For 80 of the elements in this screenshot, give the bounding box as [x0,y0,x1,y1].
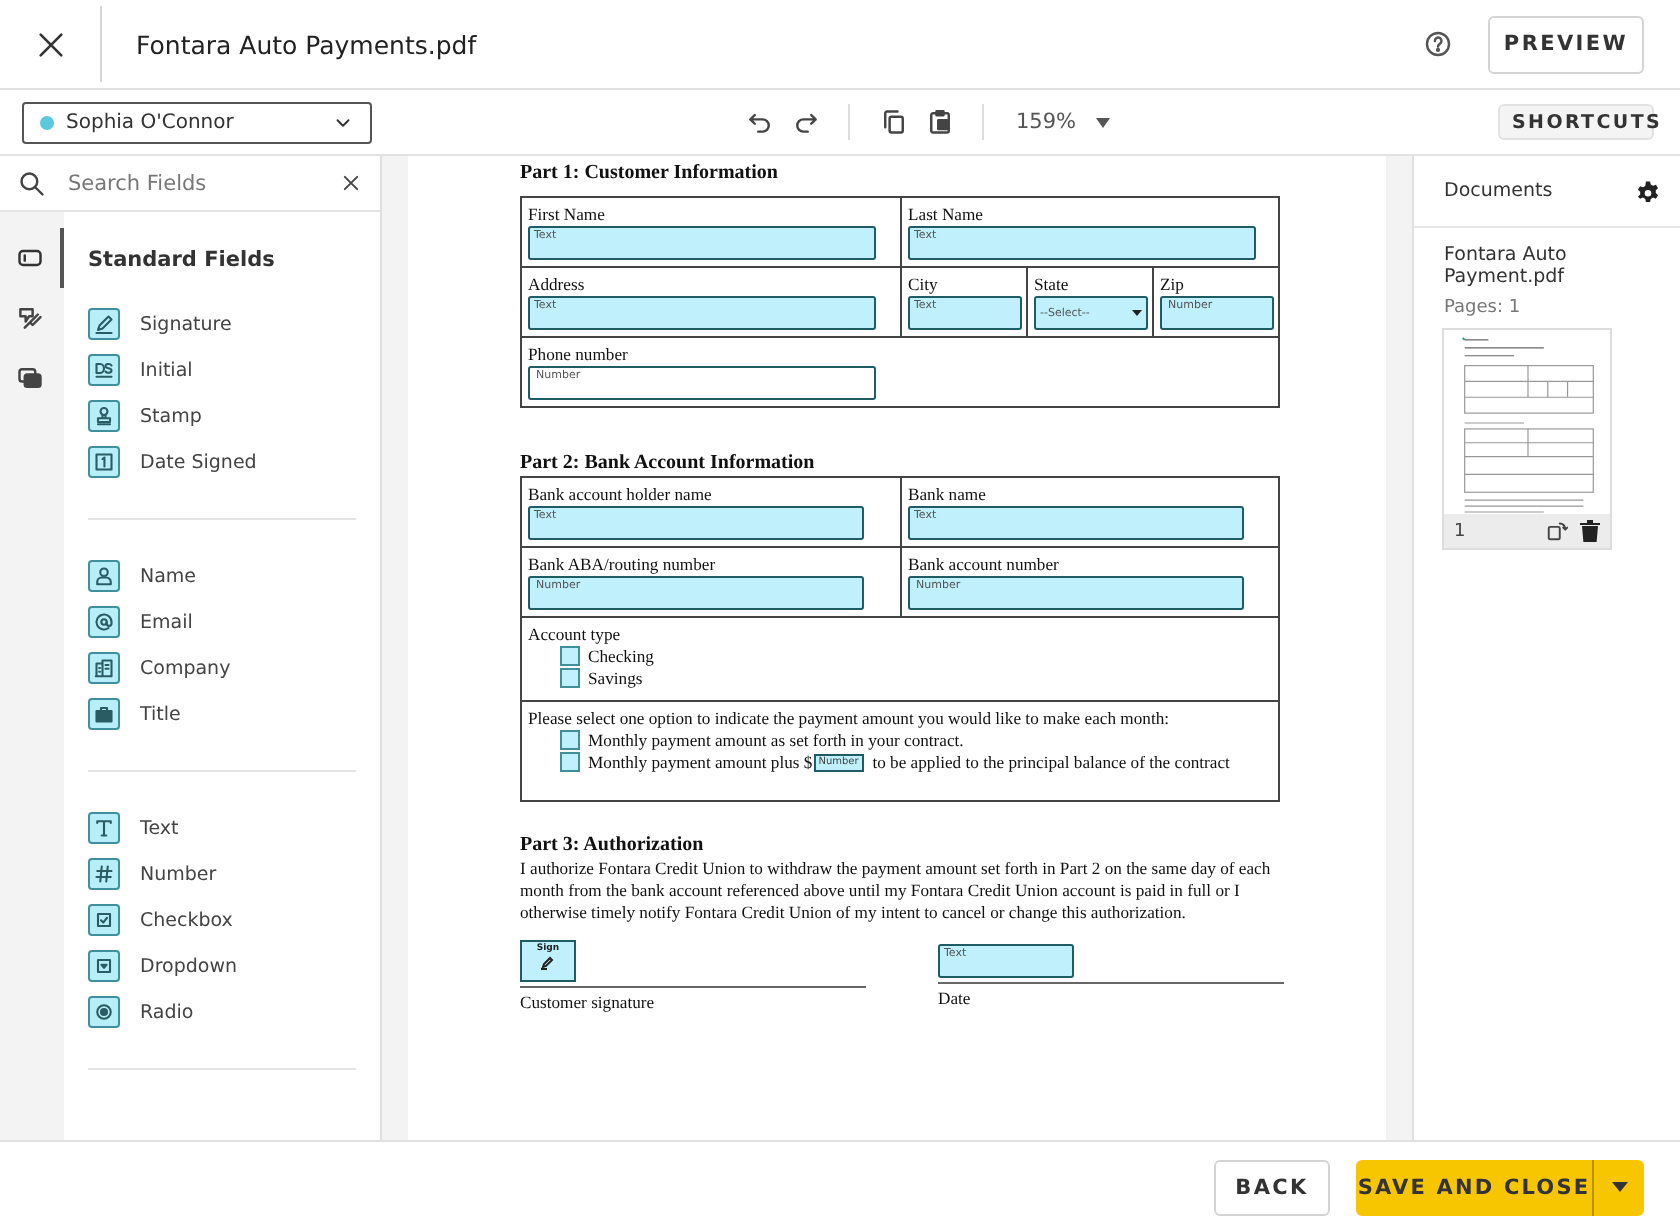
signature-icon [88,308,120,340]
close-icon [35,29,65,59]
stamp-icon [88,400,120,432]
checkbox-icon [88,904,120,936]
checkbox-label: Savings [588,668,643,688]
save-and-close-button[interactable]: SAVE AND CLOSE [1356,1159,1592,1215]
company-icon [88,652,120,684]
clear-icon[interactable] [340,172,362,194]
instruction-text: Please select one option to indicate the payment amount you would like to make each month: [528,708,1172,728]
field-label: State [1034,274,1071,294]
field-type-item[interactable]: Checkbox [88,904,356,936]
document-title: Fontara Auto Payments.pdf [136,29,479,59]
checkbox-label: Checking [588,646,654,666]
checkbox[interactable] [560,646,580,666]
radio-icon [88,996,120,1028]
section-heading: Part 1: Customer Information [520,162,780,184]
checkbox-label: to be applied to the principal balance of the contract [872,752,1230,772]
field-type-item[interactable]: Radio [88,996,356,1028]
section-heading: Part 2: Bank Account Information [520,452,817,474]
panel-title: Documents [1444,180,1553,202]
caret-icon [1132,310,1142,316]
cards-icon [16,364,44,392]
page-number: 1 [1454,521,1468,541]
field-label: Address [528,274,587,294]
field-type-item[interactable]: Initial [88,354,356,386]
number-icon [88,858,120,890]
settings-icon[interactable] [1636,179,1660,203]
checkbox[interactable] [560,730,580,750]
page-count: Pages: 1 [1444,298,1523,318]
field-type-item[interactable]: Title [88,698,356,730]
shortcuts-button[interactable]: SHORTCUTS [1498,104,1654,140]
field-label: Phone number [528,344,630,364]
authorization-paragraph: I authorize Fontara Credit Union to withdraw the payment amount set forth in Part 2 on the same day of each month from the bank account referenced above until my Fontara Credit Union account is paid in full or I otherwise timely notify Fontara Credit Union of my intent to cancel or change this authorization. [520,858,1273,924]
date-icon [88,446,120,478]
field-label: Bank ABA/routing number [528,554,718,574]
section-heading: Standard Fields [88,248,277,272]
field-type-item[interactable]: Stamp [88,400,356,432]
field-type-item[interactable]: Date Signed [88,446,356,478]
checkbox-label: Monthly payment amount plus $ [588,752,813,772]
caret-icon [1096,117,1111,127]
person-icon [88,560,120,592]
checkbox-label: Monthly payment amount as set forth in your contract. [588,730,964,750]
section-heading: Part 3: Authorization [520,834,706,856]
field-icon [16,244,44,272]
field-type-item[interactable]: Company [88,652,356,684]
checkbox[interactable] [560,668,580,688]
field-label: City [908,274,940,294]
signer-dropdown[interactable]: Sophia O'Connor [22,101,372,143]
back-button[interactable]: BACK [1214,1159,1330,1215]
preview-button[interactable]: PREVIEW [1488,15,1644,73]
search-field[interactable]: Search Fields [64,169,322,197]
field-type-item[interactable]: Dropdown [88,950,356,982]
field-type-item[interactable]: Name [88,560,356,592]
checkbox[interactable] [560,752,580,772]
text-icon [88,812,120,844]
field-type-item[interactable]: Text [88,812,356,844]
signature-caption: Customer signature [520,992,657,1012]
field-label: Last Name [908,204,985,224]
help-icon[interactable] [1424,30,1452,58]
field-type-item[interactable]: Signature [88,308,356,340]
field-type-item[interactable]: Number [88,858,356,890]
briefcase-icon [88,698,120,730]
initial-icon [88,354,120,386]
field-label: Account type [528,624,623,644]
field-type-item[interactable]: Email [88,606,356,638]
field-label: Bank account number [908,554,1061,574]
pen-icon [540,956,556,970]
field-label: First Name [528,204,607,224]
email-icon [88,606,120,638]
page-thumbnail[interactable]: 1 [1442,328,1612,550]
date-caption: Date [938,988,973,1008]
search-icon [18,169,46,197]
rotate-icon[interactable] [1546,520,1568,542]
field-label: Bank account holder name [528,484,714,504]
field-label: Bank name [908,484,988,504]
dropdown-icon [88,950,120,982]
trash-icon[interactable] [1580,520,1600,542]
field-label: Zip [1160,274,1186,294]
zoom-dropdown[interactable]: 159% [1004,110,1123,134]
file-name: Fontara Auto Payment.pdf [1444,244,1569,288]
